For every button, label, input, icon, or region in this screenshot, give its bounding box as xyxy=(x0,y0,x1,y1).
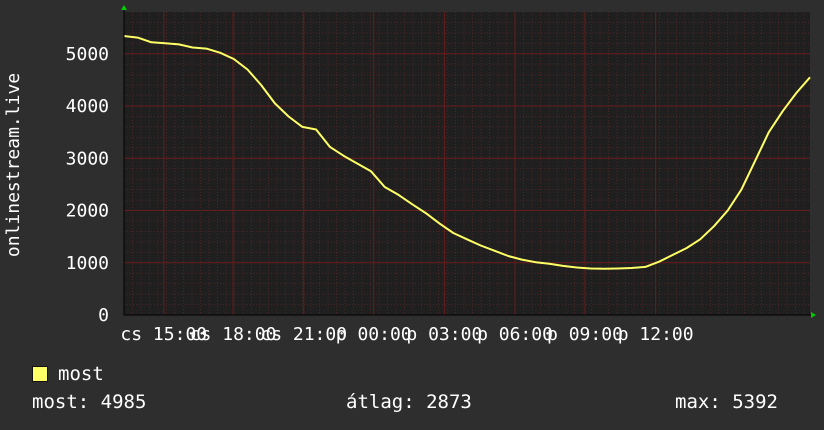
x-tick-label: p 03:00 xyxy=(406,324,482,345)
legend-swatch xyxy=(32,366,48,382)
line-chart: 0 1000 2000 3000 4000 5000 cs 15:00cs 18:00cs… xyxy=(3,5,816,345)
y-tick-label: 2000 xyxy=(66,201,109,222)
y-axis-ticks: 0 1000 2000 3000 4000 5000 xyxy=(66,44,109,326)
stat-average: átlag: 2873 xyxy=(346,391,472,413)
x-tick-label: p 12:00 xyxy=(618,324,694,345)
y-axis-arrow xyxy=(121,5,127,10)
x-axis-ticks: cs 15:00cs 18:00cs 21:00p 00:00p 03:00p … xyxy=(120,324,693,345)
x-tick-label: cs 21:00 xyxy=(260,324,347,345)
y-axis-label: onlinestream.live xyxy=(3,73,24,257)
stat-max: max: 5392 xyxy=(675,391,778,413)
x-axis-arrow xyxy=(811,312,816,318)
x-tick-label: p 09:00 xyxy=(547,324,623,345)
y-tick-label: 1000 xyxy=(66,253,109,274)
x-tick-label: p 00:00 xyxy=(336,324,412,345)
legend: most xyxy=(32,362,104,386)
stat-current: most: 4985 xyxy=(32,391,147,413)
plot-area xyxy=(124,12,810,315)
y-tick-label: 5000 xyxy=(66,44,109,65)
x-tick-label: p 06:00 xyxy=(477,324,553,345)
y-tick-label: 4000 xyxy=(66,96,109,117)
legend-label: most xyxy=(58,363,104,385)
y-tick-label: 3000 xyxy=(66,148,109,169)
y-tick-label: 0 xyxy=(98,305,109,326)
